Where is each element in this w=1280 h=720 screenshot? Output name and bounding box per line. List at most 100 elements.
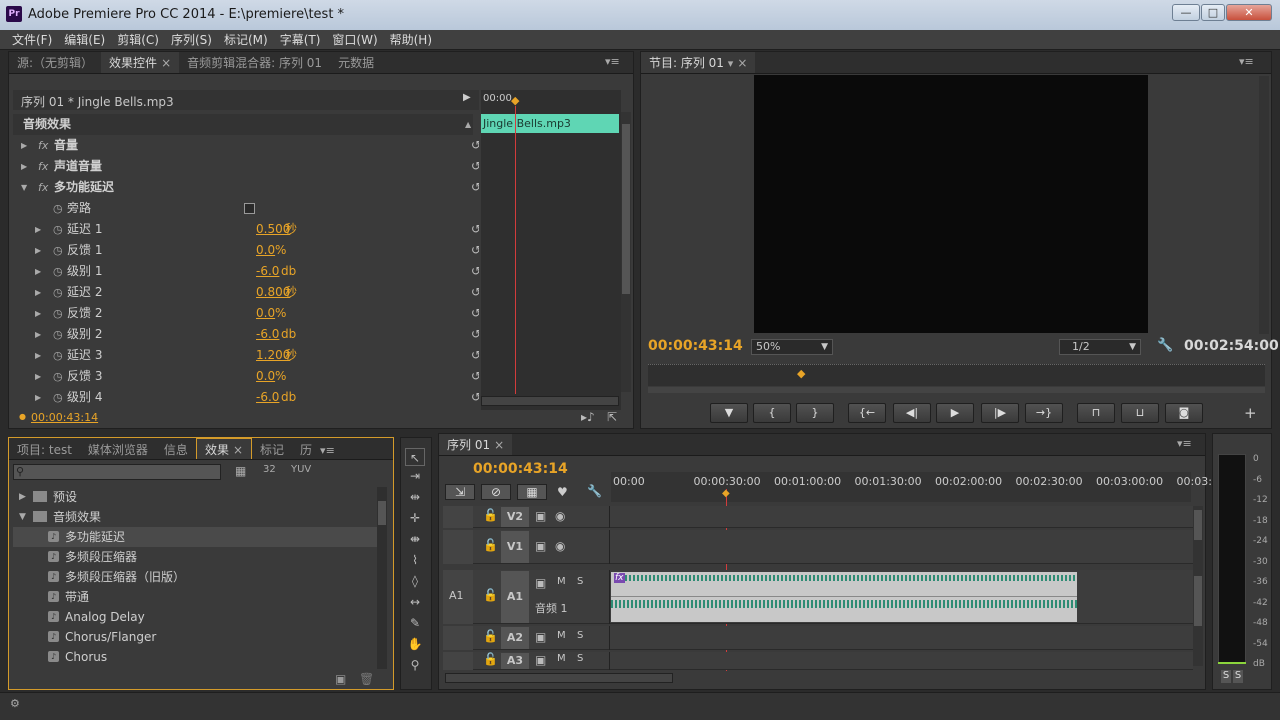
bypass-checkbox[interactable] <box>244 203 255 214</box>
stopwatch-icon[interactable]: ◷ <box>53 324 63 345</box>
source-patch[interactable] <box>443 530 473 564</box>
param-row[interactable]: ▶ ◷ 延迟 1 0.500 秒 ↺ <box>13 219 479 240</box>
param-value[interactable]: 0.0 <box>256 240 275 261</box>
tab-info[interactable]: 信息 <box>156 439 196 459</box>
tab-sequence[interactable]: 序列 01 × <box>439 434 513 455</box>
expand-icon[interactable]: ▶ <box>35 366 41 387</box>
collapse-icon[interactable]: ▼ <box>21 177 27 198</box>
effect-item[interactable]: ♪ Chorus/Flanger <box>13 627 377 647</box>
effect-item[interactable]: ♪ Analog Delay <box>13 607 377 627</box>
effect-item[interactable]: ♪ 带通 <box>13 587 377 607</box>
tab-history[interactable]: 历 <box>292 439 320 459</box>
effect-item[interactable]: ♪ 多频段压缩器（旧版） <box>13 567 377 587</box>
lock-icon[interactable]: 🔓 <box>483 629 498 643</box>
horizontal-scrollbar[interactable] <box>445 673 673 683</box>
film-icon[interactable]: ▣ <box>535 630 546 644</box>
effect-controls-timecode[interactable]: 00:00:43:14 <box>31 411 98 424</box>
stopwatch-icon[interactable]: ◷ <box>53 345 63 366</box>
stopwatch-icon[interactable]: ◷ <box>53 366 63 387</box>
slide-tool-icon[interactable]: ↔ <box>405 593 425 611</box>
minimize-button[interactable]: — <box>1172 4 1200 21</box>
param-row[interactable]: ▶ ◷ 级别 2 -6.0 db ↺ <box>13 324 479 345</box>
tab-project[interactable]: 项目: test <box>9 439 80 459</box>
solo-left-button[interactable]: S <box>1221 670 1231 683</box>
search-input[interactable]: ⚲ <box>13 464 221 480</box>
quality-select[interactable]: 1/2 ▼ <box>1059 339 1141 355</box>
menu-title[interactable]: 字幕(T) <box>274 30 327 50</box>
chevron-down-icon[interactable]: ▼ <box>19 507 26 527</box>
play-audio-icon[interactable]: ▸♪ <box>581 410 595 424</box>
panel-menu-icon[interactable]: ▾≡ <box>320 444 335 457</box>
chevron-right-icon[interactable]: ▶ <box>19 487 26 507</box>
solo-right-button[interactable]: S <box>1233 670 1243 683</box>
yuv-effects-icon[interactable]: YUV <box>291 464 311 475</box>
tab-media-browser[interactable]: 媒体浏览器 <box>80 439 156 459</box>
vertical-scrollbar[interactable] <box>1259 76 1269 334</box>
scrollbar-thumb[interactable] <box>1194 510 1202 540</box>
expand-icon[interactable]: ▶ <box>35 240 41 261</box>
tab-audio-clip-mixer[interactable]: 音频剪辑混合器: 序列 01 <box>179 52 330 73</box>
trash-icon[interactable]: 🗑 <box>359 672 374 686</box>
source-patch[interactable] <box>443 626 473 650</box>
mute-button[interactable]: M <box>557 630 566 641</box>
param-value[interactable]: 0.0 <box>256 366 275 387</box>
lock-icon[interactable]: 🔓 <box>483 538 498 552</box>
32bit-effects-icon[interactable]: 32 <box>263 464 276 475</box>
param-row[interactable]: ▶ ◷ 延迟 2 0.800 秒 ↺ <box>13 282 479 303</box>
reset-icon[interactable]: ↺ <box>471 156 479 177</box>
effect-folder[interactable]: ▼ 音频效果 <box>13 507 377 527</box>
step-back-button[interactable]: ◀| <box>893 403 931 423</box>
menu-sequence[interactable]: 序列(S) <box>165 30 218 50</box>
film-icon[interactable]: ▣ <box>535 653 546 667</box>
close-tab-icon[interactable]: × <box>494 438 504 452</box>
effect-row[interactable]: ▶ fx 音量 ↺ <box>13 135 479 156</box>
solo-button[interactable]: S <box>577 653 583 664</box>
reset-icon[interactable]: ↺ <box>471 135 479 156</box>
reset-icon[interactable]: ↺ <box>471 177 479 198</box>
param-value[interactable]: -6.0 <box>256 387 279 408</box>
close-tab-icon[interactable]: × <box>233 443 243 457</box>
param-row[interactable]: ▶ ◷ 反馈 2 0.0% ↺ <box>13 303 479 324</box>
rate-stretch-tool-icon[interactable]: ⇼ <box>405 530 425 548</box>
horizontal-scrollbar[interactable] <box>481 396 619 406</box>
stopwatch-icon[interactable]: ◷ <box>53 261 63 282</box>
tab-source[interactable]: 源:（无剪辑） <box>9 52 101 73</box>
selection-tool-icon[interactable]: ↖ <box>405 448 425 466</box>
expand-timeline-icon[interactable]: ▶ <box>463 92 471 103</box>
marker-icon[interactable]: ♥ <box>557 485 568 499</box>
menu-window[interactable]: 窗口(W) <box>326 30 383 50</box>
menu-clip[interactable]: 剪辑(C) <box>111 30 165 50</box>
playhead-marker-icon[interactable]: ◆ <box>722 488 730 499</box>
audio-clip[interactable]: fx <box>611 572 1077 622</box>
hand-tool-icon[interactable]: ✋ <box>405 635 425 653</box>
param-row[interactable]: ▶ ◷ 延迟 3 1.200 秒 ↺ <box>13 345 479 366</box>
track-label[interactable]: V2 <box>501 507 529 527</box>
solo-button[interactable]: S <box>577 576 583 587</box>
scrollbar-thumb[interactable] <box>1194 576 1202 626</box>
ripple-edit-tool-icon[interactable]: ⇹ <box>405 488 425 506</box>
timeline-timecode[interactable]: 00:00:43:14 <box>473 461 568 477</box>
link-button[interactable]: ⊘ <box>481 484 511 500</box>
program-zoom-bar[interactable] <box>648 387 1265 393</box>
track-a2[interactable]: 🔓 A2 ▣ M S <box>443 626 1193 650</box>
stopwatch-icon[interactable]: ◷ <box>53 303 63 324</box>
effect-row[interactable]: ▼ fx 多功能延迟 ↺ <box>13 177 479 198</box>
param-value[interactable]: -6.0 <box>256 324 279 345</box>
tab-markers[interactable]: 标记 <box>252 439 292 459</box>
new-bin-icon[interactable]: ▣ <box>335 672 346 686</box>
reset-icon[interactable]: ↺ <box>471 282 479 303</box>
reset-icon[interactable]: ↺ <box>471 387 479 408</box>
panel-menu-icon[interactable]: ▾≡ <box>605 55 620 68</box>
go-to-out-button[interactable]: →} <box>1025 403 1063 423</box>
play-button[interactable]: ▶ <box>936 403 974 423</box>
menu-file[interactable]: 文件(F) <box>6 30 58 50</box>
rolling-edit-tool-icon[interactable]: ✛ <box>405 509 425 527</box>
effect-folder[interactable]: ▶ 预设 <box>13 487 377 507</box>
effect-item[interactable]: ♪ 多功能延迟 <box>13 527 377 547</box>
mute-button[interactable]: M <box>557 576 566 587</box>
reset-icon[interactable]: ↺ <box>471 240 479 261</box>
snap-button[interactable]: ⇲ <box>445 484 475 500</box>
eye-icon[interactable]: ◉ <box>555 539 565 553</box>
step-forward-button[interactable]: |▶ <box>981 403 1019 423</box>
mark-out-button[interactable]: } <box>796 403 834 423</box>
